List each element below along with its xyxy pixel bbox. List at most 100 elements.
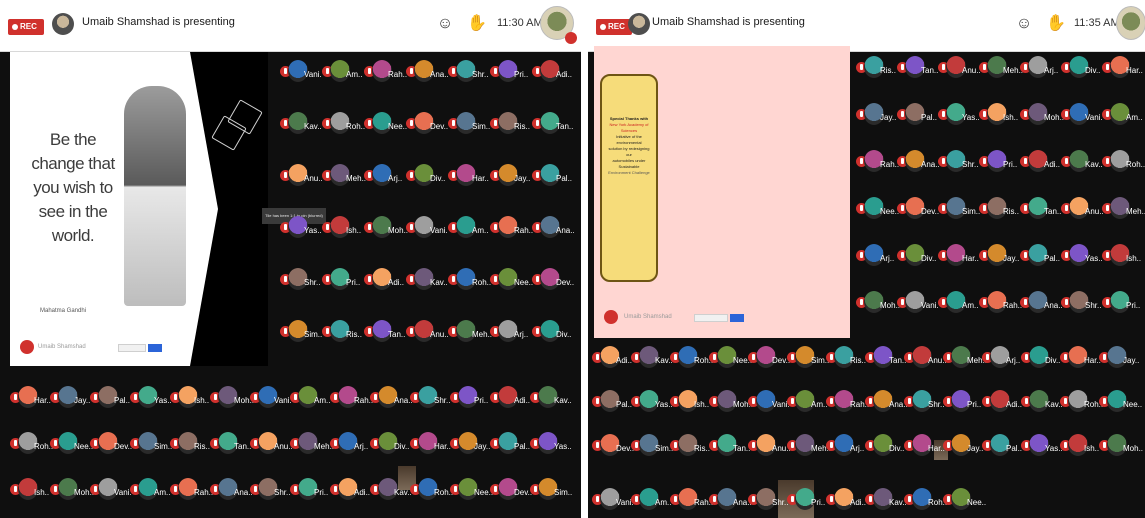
participant-tile[interactable]: Adi..	[364, 268, 404, 294]
participant-tile[interactable]: Kav..	[406, 268, 448, 294]
participant-tile[interactable]: Anu..	[406, 320, 449, 346]
participant-tile[interactable]: Moh..	[1020, 103, 1064, 129]
participant-tile[interactable]: Rah..	[670, 488, 713, 514]
participant-tile[interactable]: Nee..	[1099, 390, 1142, 416]
participant-tile[interactable]: Adi..	[532, 60, 572, 86]
participant-tile[interactable]: Nee..	[943, 488, 986, 514]
participant-tile[interactable]: Ris..	[979, 197, 1019, 223]
participant-tile[interactable]: Dev..	[406, 112, 448, 138]
participant-tile[interactable]: Adi..	[592, 346, 632, 372]
participant-tile[interactable]: Yas..	[1061, 244, 1103, 270]
participant-tile[interactable]: Shr..	[1061, 291, 1101, 317]
participant-tile[interactable]: Arj..	[364, 164, 404, 190]
participant-tile[interactable]: Roh..	[10, 432, 53, 458]
participant-tile[interactable]: Shr..	[938, 150, 978, 176]
participant-tile[interactable]: Sim..	[448, 112, 490, 138]
participant-tile[interactable]: Div..	[406, 164, 446, 190]
participant-tile[interactable]: Moh..	[364, 216, 408, 242]
participant-tile[interactable]: Tan..	[532, 112, 573, 138]
participant-tile[interactable]: Har..	[410, 432, 451, 458]
participant-tile[interactable]: Dev..	[90, 432, 132, 458]
participant-tile[interactable]: Shr..	[410, 386, 450, 412]
participant-tile[interactable]: Vani.	[250, 386, 292, 412]
participant-tile[interactable]: Anu..	[748, 434, 791, 460]
participant-tile[interactable]: Nee..	[490, 268, 533, 294]
participant-tile[interactable]: Pri..	[490, 60, 530, 86]
participant-tile[interactable]: Am..	[130, 478, 170, 504]
participant-tile[interactable]: Pri..	[787, 488, 827, 514]
participant-tile[interactable]: Nee..	[364, 112, 407, 138]
participant-tile[interactable]: Meh..	[290, 432, 334, 458]
participant-tile[interactable]: Moh..	[709, 390, 753, 416]
participant-tile[interactable]: Har..	[10, 386, 51, 412]
participant-tile[interactable]: Div..	[1021, 346, 1061, 372]
participant-tile[interactable]: Pri..	[979, 150, 1019, 176]
participant-tile[interactable]: Jay..	[1099, 346, 1139, 372]
participant-tile[interactable]: Anu..	[938, 56, 981, 82]
participant-tile[interactable]: Kav..	[631, 346, 673, 372]
participant-tile[interactable]: Div..	[532, 320, 572, 346]
participant-tile[interactable]: Dev..	[897, 197, 939, 223]
participant-tile[interactable]: Ris..	[322, 320, 362, 346]
participant-tile[interactable]: Nee..	[709, 346, 752, 372]
participant-tile[interactable]: Har..	[1060, 346, 1101, 372]
participant-tile[interactable]: Sim..	[130, 432, 172, 458]
participant-tile[interactable]: Vani.	[748, 390, 790, 416]
participant-tile[interactable]: Arj..	[330, 432, 370, 458]
participant-tile[interactable]: Shr..	[448, 60, 488, 86]
participant-tile[interactable]: Har..	[448, 164, 489, 190]
participant-tile[interactable]: Roh..	[1060, 390, 1103, 416]
participant-tile[interactable]: Har..	[1102, 56, 1143, 82]
participants-icon[interactable]: ☺	[433, 12, 457, 36]
participant-tile[interactable]: Rah..	[330, 386, 373, 412]
participant-tile[interactable]: Dev..	[592, 434, 634, 460]
participant-tile[interactable]: Ish..	[1102, 244, 1142, 270]
participant-tile[interactable]: Roh..	[1102, 150, 1145, 176]
participant-tile[interactable]: Jay..	[943, 434, 983, 460]
participant-tile[interactable]: Ana..	[406, 60, 449, 86]
participant-tile[interactable]: Rah..	[826, 390, 869, 416]
participant-tile[interactable]: Jay..	[50, 386, 90, 412]
participant-tile[interactable]: Vani.	[592, 488, 634, 514]
participant-tile[interactable]: Meh..	[448, 320, 492, 346]
participant-tile[interactable]: Pri..	[943, 390, 983, 416]
hand-raise-icon[interactable]: ✋	[1044, 12, 1068, 36]
participant-tile[interactable]: Yas..	[530, 432, 572, 458]
participant-tile[interactable]: Jay..	[856, 103, 896, 129]
participant-tile[interactable]: Ris..	[170, 432, 210, 458]
participant-tile[interactable]: Am..	[1102, 103, 1142, 129]
participant-tile[interactable]: Kav..	[1061, 150, 1103, 176]
participant-tile[interactable]: Dev..	[532, 268, 574, 294]
participant-tile[interactable]: Ana..	[210, 478, 253, 504]
participant-tile[interactable]: Pri..	[322, 268, 362, 294]
participant-tile[interactable]: Meh..	[322, 164, 366, 190]
participant-tile[interactable]: Roh..	[670, 346, 713, 372]
participant-tile[interactable]: Tan..	[1020, 197, 1061, 223]
participant-tile[interactable]: Ish..	[670, 390, 710, 416]
participant-tile[interactable]: Arj..	[1020, 56, 1060, 82]
participant-tile[interactable]: Pri..	[450, 386, 490, 412]
participant-tile[interactable]: Am..	[787, 390, 827, 416]
participant-tile[interactable]: Pal..	[90, 386, 130, 412]
participant-tile[interactable]: Tan..	[865, 346, 906, 372]
participant-tile[interactable]: Vani.	[1061, 103, 1103, 129]
participant-tile[interactable]: Kav..	[530, 386, 572, 412]
participant-tile[interactable]: Har..	[938, 244, 979, 270]
participant-tile[interactable]: Yas..	[130, 386, 172, 412]
participant-tile[interactable]: Roh..	[448, 268, 491, 294]
participant-tile[interactable]: Shr..	[250, 478, 290, 504]
participant-tile[interactable]: Ris..	[490, 112, 530, 138]
participant-tile[interactable]: Rah..	[364, 60, 407, 86]
participant-tile[interactable]: Moh..	[210, 386, 254, 412]
participant-tile[interactable]: Kav..	[370, 478, 412, 504]
participant-tile[interactable]: Jay..	[450, 432, 490, 458]
participant-tile[interactable]: Sim..	[631, 434, 673, 460]
participant-tile[interactable]: Meh..	[943, 346, 987, 372]
participant-tile[interactable]: Sim..	[787, 346, 829, 372]
participant-tile[interactable]: Sim..	[280, 320, 322, 346]
participant-tile[interactable]: Am..	[631, 488, 671, 514]
participant-tile[interactable]: Ish..	[322, 216, 362, 242]
participant-tile[interactable]: Arj..	[490, 320, 530, 346]
participant-tile[interactable]: Arj..	[856, 244, 896, 270]
participant-tile[interactable]: Rah..	[170, 478, 213, 504]
